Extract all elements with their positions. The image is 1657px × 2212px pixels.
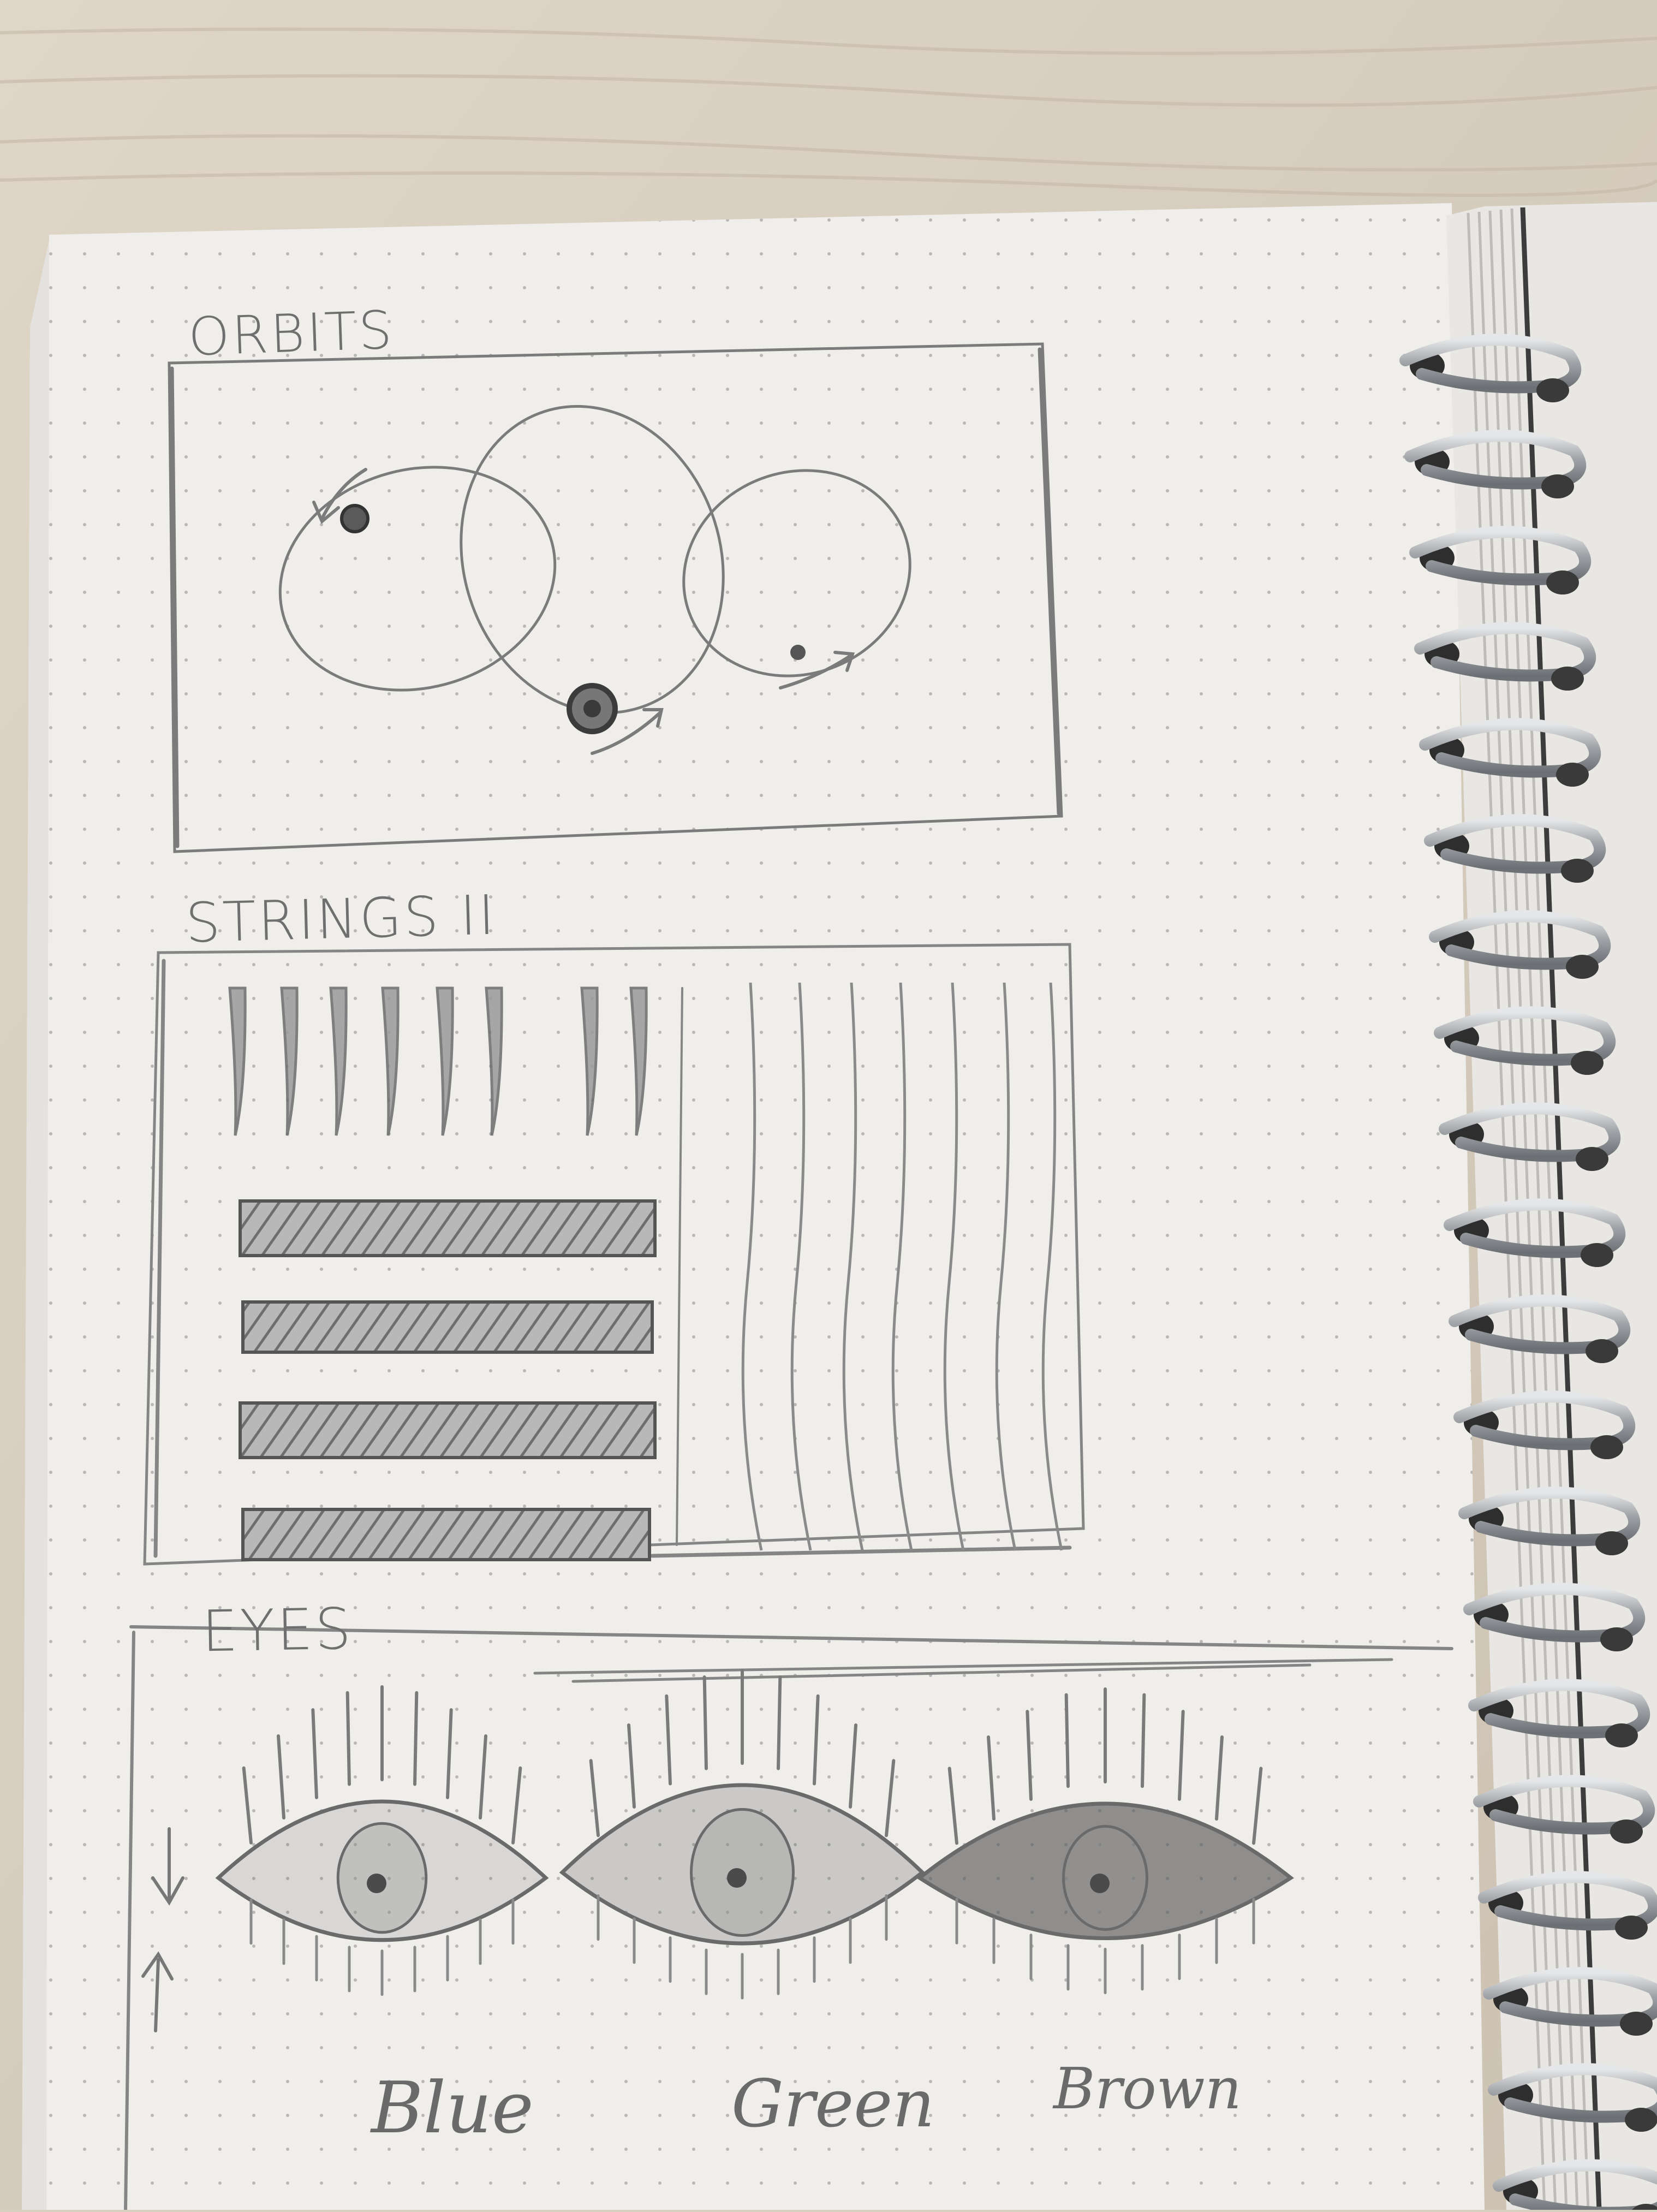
hatched-bar-1 <box>239 1199 657 1257</box>
ring-shadow <box>1590 1435 1623 1459</box>
ring-shadow <box>1610 1819 1643 1844</box>
eyelash <box>1141 1693 1146 1788</box>
eye-caption-brown: Brown <box>1053 2055 1242 2122</box>
ring-shadow <box>1605 1723 1638 1747</box>
planet-large-core <box>583 700 601 717</box>
section-title-eyes: EYES <box>201 1595 354 1665</box>
ring-shadow <box>1600 1627 1633 1651</box>
eyelash <box>345 1691 351 1786</box>
ring-shadow <box>1625 2108 1657 2132</box>
hatched-bar-2 <box>241 1300 654 1354</box>
eyelash <box>1064 1693 1070 1788</box>
eyelash <box>702 1675 708 1770</box>
ring-shadow <box>1581 1243 1613 1267</box>
photo-scene: ORBITS STRINGS II EYES Blue Green Brown <box>0 0 1657 2212</box>
eye-caption-green: Green <box>731 2066 935 2142</box>
eyelash <box>777 1675 782 1770</box>
section-title-strings: STRINGS II <box>184 883 498 955</box>
ring-shadow <box>1541 474 1574 498</box>
ring-shadow <box>1586 1339 1618 1363</box>
ring-shadow <box>1556 763 1589 787</box>
ring-shadow <box>1536 378 1569 402</box>
eye-pupil <box>1090 1874 1110 1893</box>
eye-pupil <box>367 1874 386 1893</box>
eye-pupil <box>727 1868 747 1888</box>
ring-shadow <box>1576 1147 1608 1171</box>
section-title-orbits: ORBITS <box>187 299 395 368</box>
ring-shadow <box>1620 2012 1653 2036</box>
hatched-bar-3 <box>239 1401 657 1459</box>
planet-tiny <box>790 645 806 660</box>
ring-shadow <box>1546 570 1579 594</box>
ring-shadow <box>1571 1051 1604 1075</box>
planet-small <box>340 504 369 533</box>
eye-caption-blue: Blue <box>371 2066 534 2149</box>
hatched-bar-4 <box>241 1508 651 1561</box>
ring-shadow <box>1566 955 1599 979</box>
eyelash <box>413 1691 419 1786</box>
ring-shadow <box>1561 859 1594 883</box>
ring-shadow <box>1595 1531 1628 1555</box>
ring-shadow <box>1551 667 1584 691</box>
ring-shadow <box>1615 1916 1648 1940</box>
